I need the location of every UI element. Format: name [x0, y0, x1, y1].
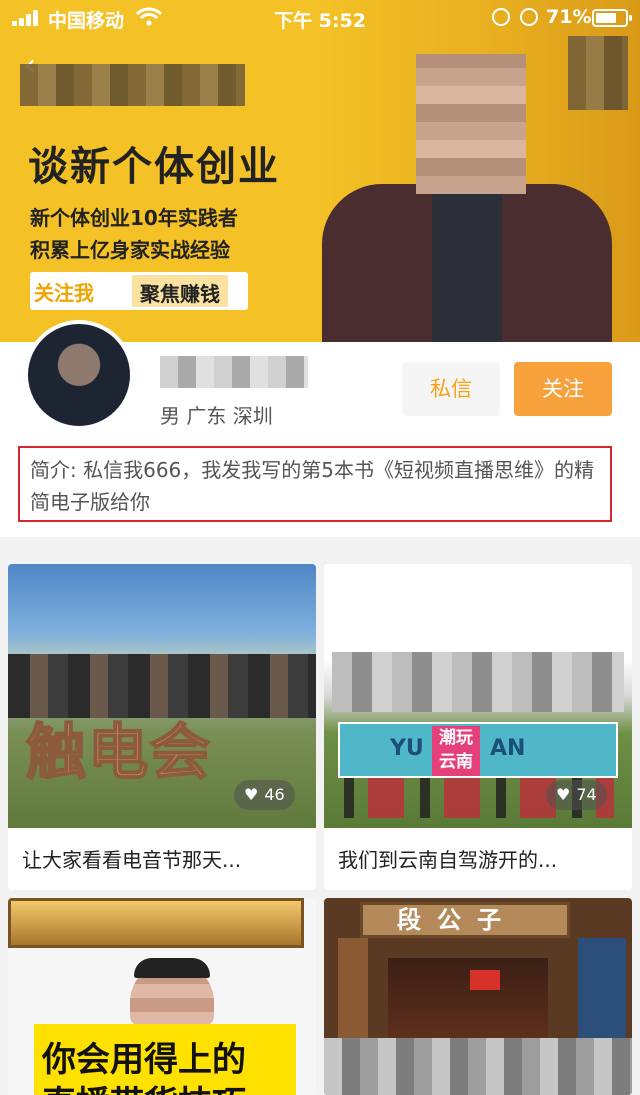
shop-sign: 段公子	[360, 902, 570, 938]
post-thumbnail: 你会用得上的 直播带货技巧	[8, 898, 316, 1095]
blurred-crowd	[324, 1038, 632, 1095]
post-card[interactable]: YU 潮玩云南 AN ♥ 74 我们到云南自驾游开的...	[324, 564, 632, 890]
red-sign	[470, 970, 500, 990]
blurred-crowd	[332, 652, 624, 712]
message-button[interactable]: 私信	[402, 362, 500, 416]
status-time: 下午 5:52	[274, 10, 366, 32]
avatar[interactable]	[24, 320, 134, 430]
banner-tag-follow: 关注我	[34, 281, 94, 305]
post-card[interactable]: 你会用得上的 直播带货技巧	[8, 898, 316, 1095]
banner-badge: 潮玩云南	[432, 726, 480, 776]
orientation-lock-icon	[492, 8, 510, 26]
alarm-icon	[520, 8, 538, 26]
person-shirt	[432, 188, 502, 342]
post-card[interactable]: 触电会 ♥ 46 让大家看看电音节那天...	[8, 564, 316, 890]
profile-banner: 中国移动 下午 5:52 71% ‹ 谈新个体创业 新个体创业10年实践者 积累…	[0, 0, 640, 342]
blurred-username	[160, 356, 308, 388]
like-count: 46	[264, 785, 285, 804]
like-count-badge: ♥ 74	[546, 780, 607, 810]
post-caption: 我们到云南自驾游开的...	[338, 848, 558, 872]
banner-subline-1: 新个体创业10年实践者	[30, 206, 238, 230]
like-count-badge: ♥ 46	[234, 780, 295, 810]
thumbnail-overlay-text: 触电会	[25, 717, 212, 789]
gender-location: 男 广东 深圳	[160, 404, 273, 428]
thumbnail-title-line-1: 你会用得上的	[42, 1040, 246, 1080]
follow-button[interactable]: 关注	[514, 362, 612, 416]
battery-icon	[592, 9, 632, 27]
picture-frame	[8, 898, 304, 948]
post-card[interactable]: 段公子	[324, 898, 632, 1095]
banner-headline: 谈新个体创业	[28, 144, 280, 190]
blurred-banner-title	[20, 64, 245, 106]
bio-text: 简介: 私信我666，我发我写的第5本书《短视频直播思维》的精简电子版给你	[18, 446, 612, 522]
heart-icon: ♥	[244, 785, 259, 804]
heart-icon: ♥	[556, 785, 571, 804]
banner-tag: 关注我 聚焦赚钱	[30, 272, 248, 310]
post-thumbnail: YU 潮玩云南 AN ♥ 74	[324, 564, 632, 828]
banner-text-left: YU	[390, 736, 424, 761]
thumbnail-title-line-2: 直播带货技巧	[42, 1076, 246, 1095]
post-thumbnail: 触电会 ♥ 46	[8, 564, 316, 828]
blurred-face	[416, 54, 526, 194]
battery-fill	[596, 13, 616, 23]
person-hair	[134, 958, 210, 978]
banner-person-photo	[322, 54, 632, 342]
banner-text-right: AN	[490, 736, 526, 761]
thumbnail-banner: YU 潮玩云南 AN	[338, 722, 618, 778]
status-bar: 中国移动 下午 5:52 71%	[0, 0, 640, 36]
profile-page: 中国移动 下午 5:52 71% ‹ 谈新个体创业 新个体创业10年实践者 积累…	[0, 0, 640, 1095]
banner-tag-focus: 聚焦赚钱	[132, 275, 228, 307]
battery-percent: 71%	[546, 6, 592, 28]
banner-subline-2: 积累上亿身家实战经验	[30, 238, 230, 262]
profile-info: 男 广东 深圳 私信 关注 简介: 私信我666，我发我写的第5本书《短视频直播…	[0, 320, 640, 537]
post-caption: 让大家看看电音节那天...	[22, 848, 242, 872]
post-thumbnail: 段公子	[324, 898, 632, 1095]
like-count: 74	[576, 785, 597, 804]
